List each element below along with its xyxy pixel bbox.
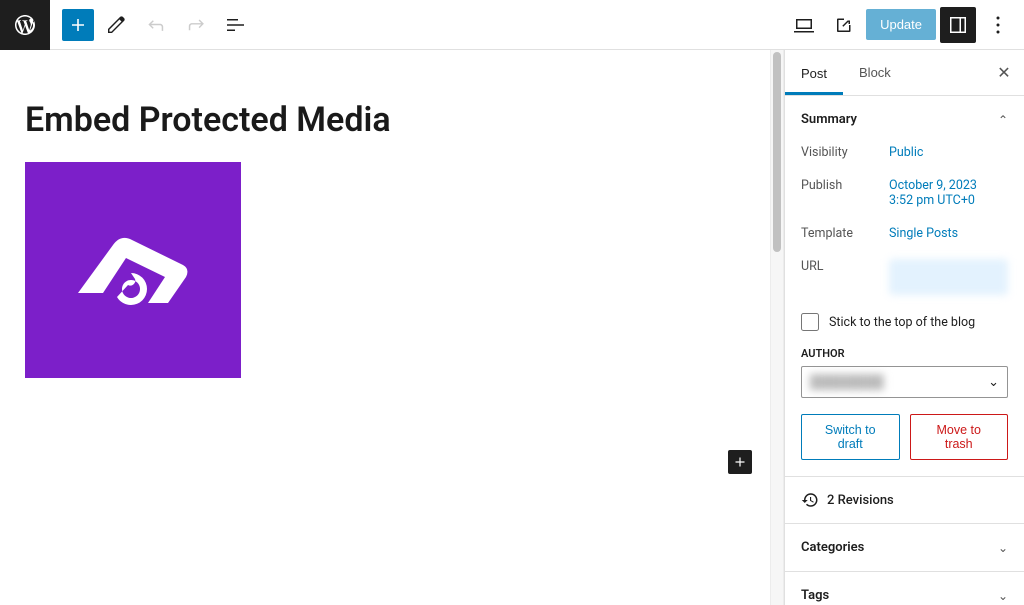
visibility-label: Visibility: [801, 145, 889, 160]
redo-button[interactable]: [178, 7, 214, 43]
preview-button[interactable]: [826, 7, 862, 43]
history-icon: [801, 491, 819, 509]
template-label: Template: [801, 226, 889, 241]
author-select[interactable]: ████████ ⌄: [801, 366, 1008, 398]
summary-header[interactable]: Summary ⌃: [801, 112, 1008, 127]
revisions-button[interactable]: 2 Revisions: [785, 477, 1024, 524]
url-label: URL: [801, 259, 889, 295]
move-trash-button[interactable]: Move to trash: [910, 414, 1009, 460]
visibility-value[interactable]: Public: [889, 145, 1008, 160]
pencil-icon: [104, 13, 128, 37]
undo-icon: [144, 13, 168, 37]
media-logo-icon: [68, 225, 198, 315]
publish-value[interactable]: October 9, 2023 3:52 pm UTC+0: [889, 178, 1008, 208]
chevron-down-icon: ⌄: [998, 589, 1008, 603]
categories-panel[interactable]: Categories ⌄: [785, 524, 1024, 572]
options-button[interactable]: [980, 7, 1016, 43]
update-button[interactable]: Update: [866, 9, 936, 40]
action-buttons: Switch to draft Move to trash: [801, 414, 1008, 460]
url-value[interactable]: [889, 259, 1008, 295]
summary-panel: Summary ⌃ Visibility Public Publish Octo…: [785, 96, 1024, 477]
sidebar-toggle-button[interactable]: [940, 7, 976, 43]
editor-toolbar: Update: [0, 0, 1024, 50]
plus-icon: [731, 453, 749, 471]
media-block[interactable]: [25, 162, 241, 378]
post-title[interactable]: Embed Protected Media: [25, 100, 745, 140]
summary-title: Summary: [801, 112, 857, 127]
scrollbar-thumb[interactable]: [773, 52, 781, 252]
publish-date: October 9, 2023: [889, 178, 977, 193]
laptop-icon: [792, 13, 816, 37]
publish-label: Publish: [801, 178, 889, 208]
chevron-up-icon: ⌃: [998, 113, 1008, 127]
wordpress-icon: [13, 13, 37, 37]
toolbar-left: [8, 0, 254, 50]
add-block-button[interactable]: [62, 9, 94, 41]
external-link-icon: [832, 13, 856, 37]
author-value: ████████: [810, 374, 884, 390]
tab-block[interactable]: Block: [843, 51, 907, 94]
close-sidebar-button[interactable]: ✕: [990, 59, 1018, 87]
visibility-row: Visibility Public: [801, 145, 1008, 160]
list-view-icon: [224, 13, 248, 37]
url-row: URL: [801, 259, 1008, 295]
add-block-after-button[interactable]: [728, 450, 752, 474]
plus-icon: [66, 13, 90, 37]
settings-sidebar: Post Block ✕ Summary ⌃ Visibility Public…: [784, 50, 1024, 605]
toolbar-right: Update: [786, 7, 1016, 43]
chevron-down-icon: ⌄: [988, 375, 999, 390]
template-value[interactable]: Single Posts: [889, 226, 1008, 241]
wordpress-logo[interactable]: [0, 0, 50, 50]
summary-content: Visibility Public Publish October 9, 202…: [801, 145, 1008, 295]
canvas-scrollbar[interactable]: [770, 50, 784, 605]
switch-draft-button[interactable]: Switch to draft: [801, 414, 900, 460]
author-label: AUTHOR: [801, 347, 1008, 360]
publish-time: 3:52 pm UTC+0: [889, 193, 975, 208]
list-view-button[interactable]: [218, 7, 254, 43]
publish-row: Publish October 9, 2023 3:52 pm UTC+0: [801, 178, 1008, 208]
edit-mode-button[interactable]: [98, 7, 134, 43]
undo-button[interactable]: [138, 7, 174, 43]
stick-label: Stick to the top of the blog: [829, 315, 975, 330]
categories-title: Categories: [801, 540, 864, 555]
stick-checkbox[interactable]: [801, 313, 819, 331]
tags-title: Tags: [801, 588, 829, 603]
tags-panel[interactable]: Tags ⌄: [785, 572, 1024, 605]
stick-row: Stick to the top of the blog: [801, 313, 1008, 331]
view-button[interactable]: [786, 7, 822, 43]
chevron-down-icon: ⌄: [998, 541, 1008, 555]
main-layout: Embed Protected Media Post Block ✕ Summa…: [0, 50, 1024, 605]
tab-post[interactable]: Post: [785, 52, 843, 95]
sidebar-tabs: Post Block ✕: [785, 50, 1024, 96]
editor-canvas[interactable]: Embed Protected Media: [0, 50, 770, 605]
sidebar-icon: [946, 13, 970, 37]
revisions-label: 2 Revisions: [827, 493, 894, 508]
redo-icon: [184, 13, 208, 37]
more-vertical-icon: [986, 13, 1010, 37]
template-row: Template Single Posts: [801, 226, 1008, 241]
